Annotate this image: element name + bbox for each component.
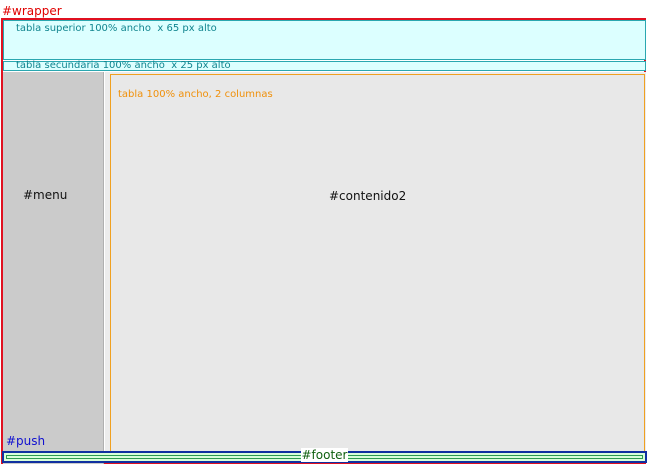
footer-container: #footer: [2, 448, 647, 463]
menu-label: #menu: [23, 188, 68, 202]
menu-column: #menu: [3, 72, 104, 464]
content-table: tabla 100% ancho, 2 columnas #contenido2: [110, 74, 645, 452]
wrapper-label: #wrapper: [2, 4, 62, 18]
secondary-table-label: tabla secundaria 100% ancho x 25 px alto: [16, 60, 231, 71]
footer-label: #footer: [300, 448, 349, 462]
footer-label-wrap: #footer: [4, 448, 645, 462]
push-label: #push: [6, 434, 46, 448]
content-table-label: tabla 100% ancho, 2 columnas: [118, 89, 273, 100]
secondary-table: tabla secundaria 100% ancho x 25 px alto: [3, 60, 646, 71]
top-table: tabla superior 100% ancho x 65 px alto: [3, 20, 646, 60]
top-table-label: tabla superior 100% ancho x 65 px alto: [16, 23, 217, 34]
content-label: #contenido2: [329, 189, 407, 203]
layout-diagram: #wrapper tabla superior 100% ancho x 65 …: [0, 0, 650, 466]
